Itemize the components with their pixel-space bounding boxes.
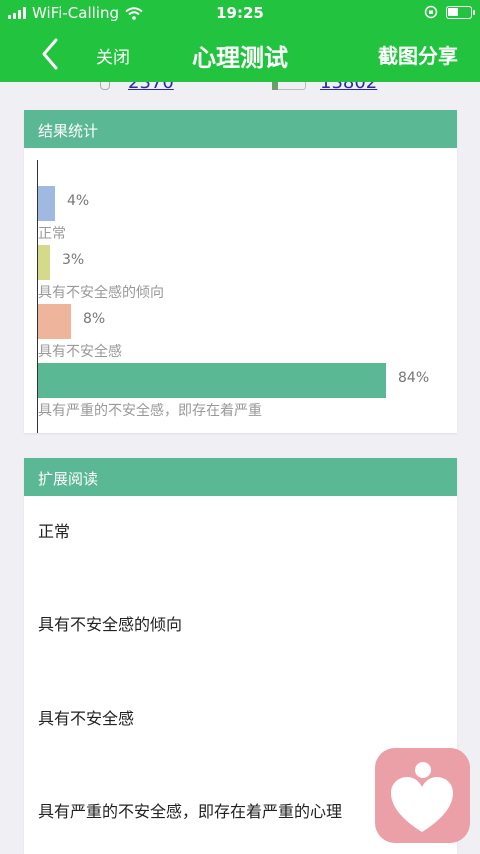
- like-count-link[interactable]: 2370: [128, 82, 174, 93]
- chart-category-label: 具有严重的不安全感，即存在着严重: [38, 403, 262, 419]
- chart-bar: [38, 363, 386, 398]
- heart-person-icon: [391, 762, 453, 832]
- vote-row-peek: 2370 13802: [0, 82, 480, 96]
- participant-count-link[interactable]: 13802: [320, 82, 377, 93]
- chart-category-label: 正常: [38, 226, 66, 242]
- orientation-lock-icon: [424, 5, 438, 19]
- chart-value-label: 3%: [62, 252, 85, 268]
- thumb-icon[interactable]: [100, 82, 110, 90]
- result-bar-chart: 4% 正常 3% 具有不安全感的倾向 8% 具有不安全感 84% 具有严重的不安全感，即存在着…: [24, 148, 457, 433]
- reading-item-severe[interactable]: 具有严重的不安全感，即存在着严重的心理: [38, 798, 342, 822]
- nav-bar: 关闭 心理测试 截图分享: [0, 26, 480, 82]
- chart-bar: [38, 245, 50, 280]
- reading-item-tendency[interactable]: 具有不安全感的倾向: [38, 611, 182, 635]
- floating-app-button[interactable]: [375, 748, 470, 843]
- reading-card-title: 扩展阅读: [24, 458, 457, 496]
- battery-icon: [446, 5, 475, 19]
- chart-category-label: 具有不安全感的倾向: [38, 285, 164, 301]
- chart-value-label: 8%: [83, 311, 106, 327]
- stats-card-title: 结果统计: [24, 110, 457, 148]
- share-screenshot-button[interactable]: 截图分享: [378, 40, 458, 69]
- chart-value-label: 4%: [67, 193, 90, 209]
- flag-icon[interactable]: [272, 82, 306, 90]
- stats-card: 结果统计 4% 正常 3% 具有不安全感的倾向 8% 具有不安全感 84% 具有严重的不安全感…: [24, 110, 457, 433]
- chart-category-label: 具有不安全感: [38, 344, 122, 360]
- clock: 19:25: [216, 4, 264, 22]
- chart-value-label: 84%: [398, 370, 430, 386]
- chart-bar: [38, 304, 71, 339]
- reading-item-normal[interactable]: 正常: [38, 518, 70, 542]
- reading-item-insecure[interactable]: 具有不安全感: [38, 705, 134, 729]
- chart-bar: [38, 186, 55, 221]
- status-bar: WiFi-Calling 19:25: [0, 0, 480, 26]
